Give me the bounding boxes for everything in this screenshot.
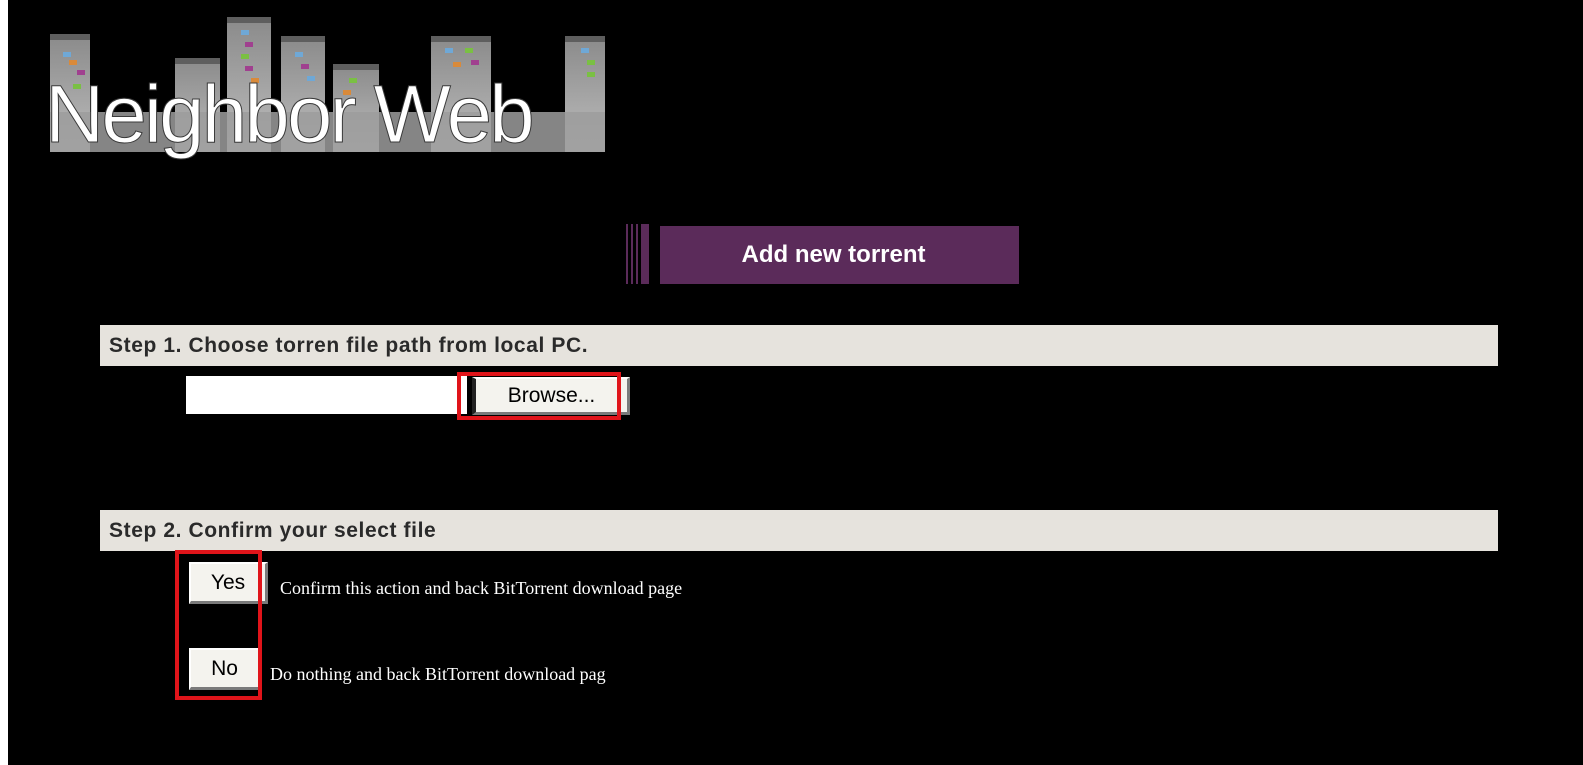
- page-title: Add new torrent: [660, 226, 1019, 284]
- yes-button[interactable]: Yes: [189, 562, 268, 604]
- no-description: Do nothing and back BitTorrent download …: [270, 664, 606, 684]
- browse-button[interactable]: Browse...: [472, 377, 630, 415]
- no-button[interactable]: No: [189, 648, 261, 690]
- step2-header: Step 2. Confirm your select file: [100, 510, 1498, 551]
- page-background: Neighbor Web Add new torrent Step 1. Cho…: [8, 0, 1583, 765]
- file-path-input[interactable]: [186, 376, 467, 414]
- step1-header: Step 1. Choose torren file path from loc…: [100, 325, 1498, 366]
- title-decoration: [626, 224, 656, 284]
- neighbor-web-logo: Neighbor Web: [45, 12, 615, 182]
- yes-description: Confirm this action and back BitTorrent …: [280, 578, 683, 598]
- logo-text: Neighbor Web: [45, 69, 536, 160]
